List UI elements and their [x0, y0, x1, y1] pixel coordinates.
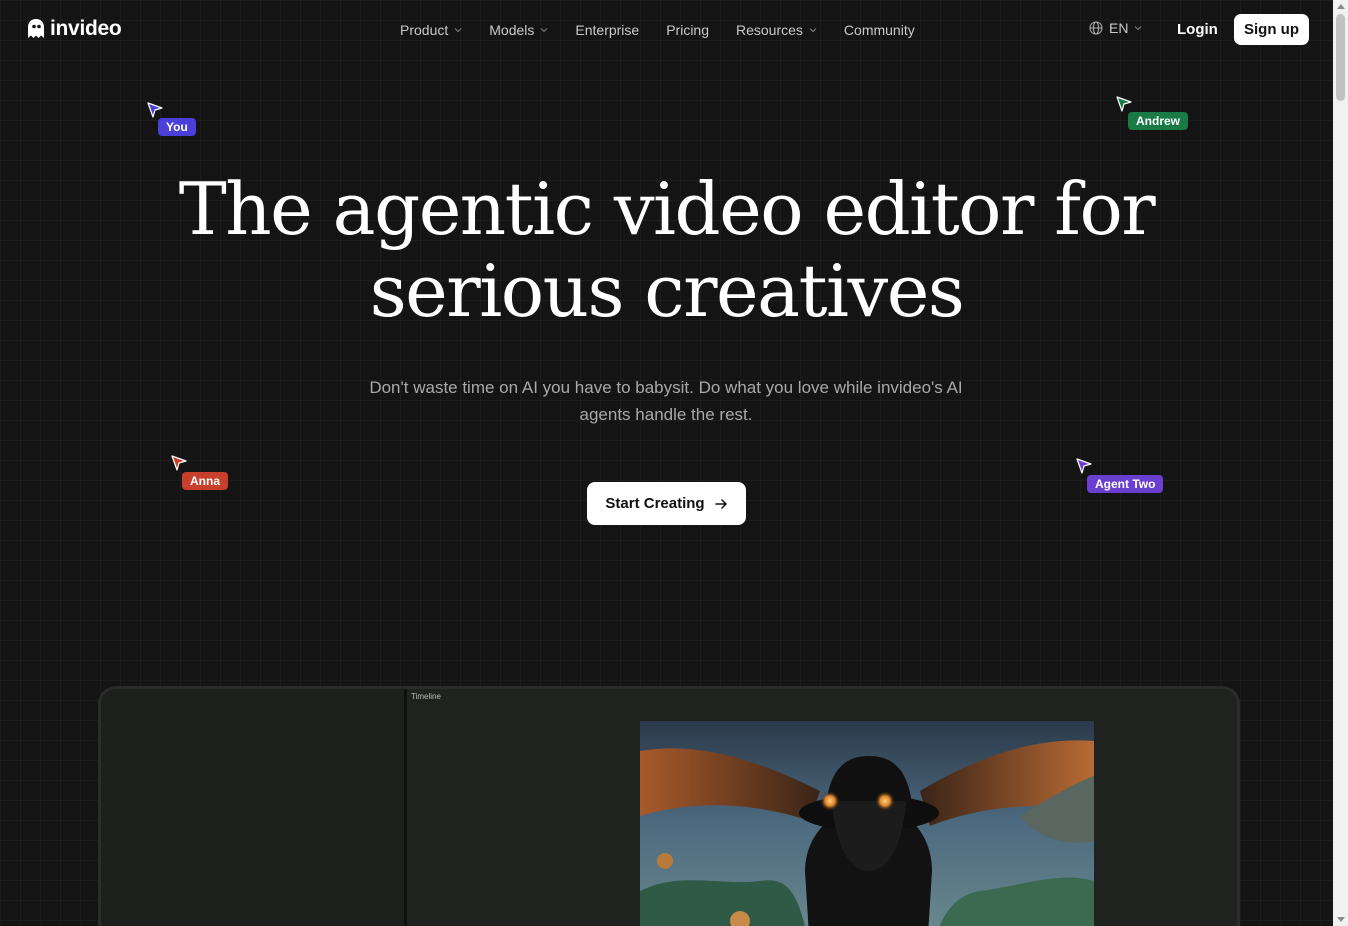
- cursor-arrow-icon: [1076, 458, 1092, 474]
- cursor-andrew: [1115, 95, 1133, 113]
- nav-item-pricing[interactable]: Pricing: [666, 20, 709, 40]
- chevron-down-icon: [809, 28, 817, 33]
- top-nav-bar: invideo Product Models Enterprise Pricin…: [0, 0, 1333, 60]
- hero-title-line-1: The agentic video editor for: [178, 167, 1156, 251]
- editor-side-panel: [101, 689, 407, 926]
- nav-item-resources[interactable]: Resources: [736, 20, 817, 40]
- cursor-label-anna: Anna: [182, 472, 228, 490]
- cta-label: Start Creating: [605, 495, 705, 512]
- scroll-up-arrow-icon[interactable]: [1337, 4, 1345, 9]
- chevron-down-icon: [540, 28, 548, 33]
- timeline-label: Timeline: [411, 692, 441, 701]
- ghost-logo-icon: [28, 19, 44, 38]
- cursor-you: [146, 101, 164, 119]
- brand-name: invideo: [50, 17, 122, 40]
- cursor-label-you: You: [158, 118, 196, 136]
- cursor-anna: [170, 454, 188, 472]
- login-link[interactable]: Login: [1177, 21, 1218, 38]
- video-preview-image: [640, 721, 1094, 926]
- nav-item-enterprise[interactable]: Enterprise: [575, 20, 639, 40]
- globe-icon: [1089, 21, 1103, 35]
- hero-title-line-2: serious creatives: [369, 249, 965, 333]
- chevron-down-icon: [454, 28, 462, 33]
- scrollbar-thumb[interactable]: [1336, 14, 1345, 101]
- video-frame-illustration: [640, 721, 1094, 926]
- scroll-down-arrow-icon[interactable]: [1337, 917, 1345, 922]
- start-creating-button[interactable]: Start Creating: [587, 482, 746, 525]
- language-selector[interactable]: EN: [1089, 20, 1142, 36]
- arrow-right-icon: [714, 498, 727, 509]
- cursor-label-agent-two: Agent Two: [1087, 475, 1164, 493]
- main-nav: Product Models Enterprise Pricing Resour…: [400, 20, 942, 40]
- hero-subtitle: Don't waste time on AI you have to babys…: [369, 378, 963, 424]
- cursor-arrow-icon: [1116, 96, 1132, 112]
- nav-item-label: Models: [489, 22, 535, 38]
- nav-item-label: Resources: [736, 22, 803, 38]
- cursor-agent-two: [1075, 457, 1093, 475]
- nav-item-models[interactable]: Models: [489, 20, 548, 40]
- nav-item-label: Community: [843, 22, 915, 38]
- cursor-label-andrew: Andrew: [1128, 112, 1189, 130]
- nav-item-label: Enterprise: [575, 22, 640, 38]
- language-label: EN: [1109, 20, 1129, 36]
- editor-preview-frame: Timeline: [98, 686, 1240, 926]
- nav-item-label: Product: [400, 22, 449, 38]
- nav-item-product[interactable]: Product: [400, 20, 462, 40]
- vertical-scrollbar[interactable]: [1333, 0, 1348, 926]
- hero-title: The agentic video editor for serious cre…: [0, 168, 1333, 332]
- page: invideo Product Models Enterprise Pricin…: [0, 0, 1333, 926]
- brand-logo[interactable]: invideo: [26, 17, 122, 41]
- chevron-down-icon: [1135, 26, 1142, 31]
- signup-button[interactable]: Sign up: [1234, 14, 1309, 45]
- nav-item-community[interactable]: Community: [844, 20, 915, 40]
- cursor-arrow-icon: [147, 102, 163, 118]
- cursor-arrow-icon: [171, 455, 187, 471]
- nav-item-label: Pricing: [666, 22, 709, 38]
